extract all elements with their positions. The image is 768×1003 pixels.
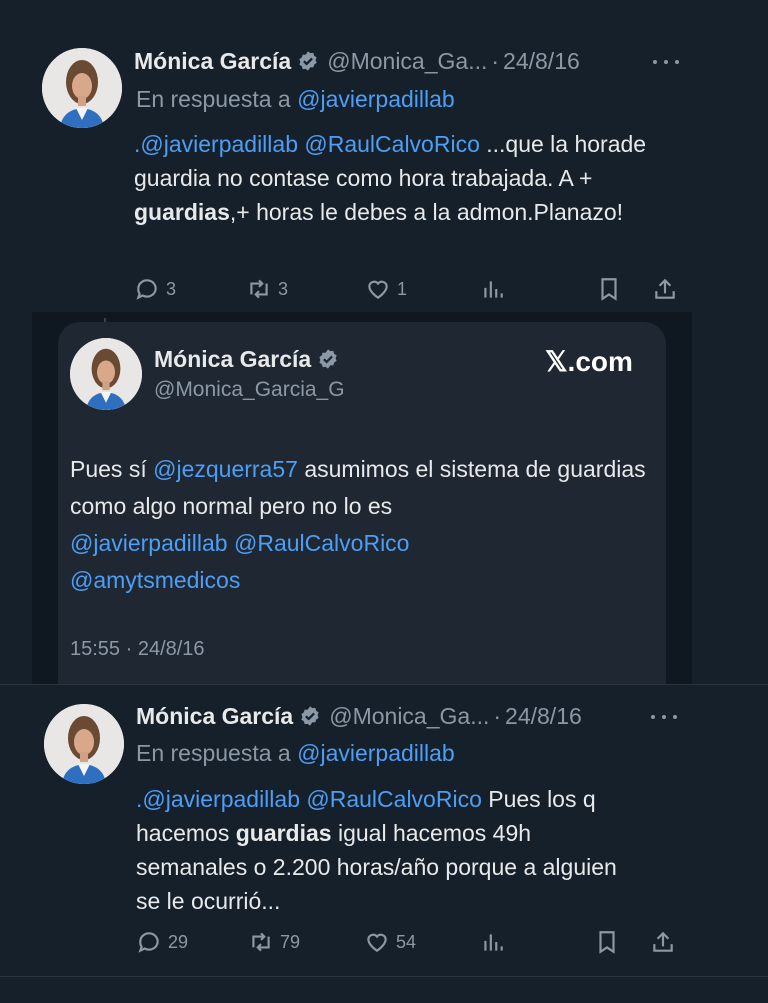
bookmark-button[interactable] [594, 929, 626, 955]
views-icon [484, 281, 503, 298]
retweet-button[interactable]: 79 [248, 929, 300, 955]
mention-link[interactable]: @jezquerra57 [153, 456, 298, 482]
author-handle[interactable]: @Monica_Ga... [327, 48, 487, 75]
action-bar: 3 3 1 [134, 276, 675, 306]
card-author-handle[interactable]: @Monica_Garcia_G [154, 378, 345, 402]
tweet-date[interactable]: 24/8/16 [505, 703, 582, 730]
tweet-text: .@javierpadillab @RaulCalvoRico ...que l… [134, 127, 674, 229]
like-icon [367, 933, 387, 952]
views-icon [484, 934, 503, 951]
share-button[interactable] [652, 276, 684, 302]
author-name[interactable]: Mónica García [134, 48, 291, 75]
like-button[interactable]: 1 [365, 276, 407, 302]
retweet-icon [250, 279, 268, 299]
mention-link[interactable]: @RaulCalvoRico [234, 530, 409, 556]
separator-dot: · [493, 702, 502, 729]
retweet-icon [252, 932, 270, 952]
mention-link[interactable]: @RaulCalvoRico [304, 131, 479, 157]
avatar[interactable] [42, 48, 122, 128]
card-timestamp[interactable]: 15:55 · 24/8/16 [70, 638, 205, 661]
card-author-name[interactable]: Mónica García [154, 346, 311, 373]
card-tweet-text: Pues sí @jezquerra57 asumimos el sistema… [70, 451, 650, 599]
more-icon[interactable] [651, 52, 681, 72]
divider [0, 684, 768, 685]
reply-count: 3 [166, 278, 177, 299]
share-icon [653, 931, 673, 952]
share-button[interactable] [650, 929, 682, 955]
retweet-button[interactable]: 3 [246, 276, 288, 302]
x-brand-logo[interactable]: 𝕏.com [545, 345, 633, 378]
separator-dot: · [491, 47, 500, 74]
author-handle[interactable]: @Monica_Ga... [329, 703, 489, 730]
views-button[interactable] [480, 929, 512, 955]
verified-icon [299, 51, 317, 71]
reply-button[interactable]: 3 [134, 276, 176, 302]
reply-prefix: En respuesta a [136, 740, 291, 766]
reply-count: 29 [168, 931, 189, 952]
reply-handle-link[interactable]: @javierpadillab [297, 740, 455, 766]
verified-icon [319, 349, 337, 369]
bookmark-icon [601, 278, 617, 301]
like-icon [368, 280, 388, 299]
highlight-text: guardias [235, 820, 332, 846]
text-segment: Pues sí [70, 456, 154, 482]
reply-handle-link[interactable]: @javierpadillab [297, 86, 455, 112]
avatar[interactable] [70, 338, 142, 410]
reply-button[interactable]: 29 [136, 929, 188, 955]
action-bar: 29 79 54 [136, 929, 676, 959]
share-icon [655, 278, 675, 299]
reply-context: En respuesta a @javierpadillab [136, 740, 455, 767]
like-button[interactable]: 54 [364, 929, 416, 955]
like-count: 1 [397, 278, 408, 299]
verified-icon [301, 706, 319, 726]
author-name[interactable]: Mónica García [136, 703, 293, 730]
mention-link[interactable]: .@javierpadillab [136, 786, 300, 812]
more-icon[interactable] [649, 707, 679, 727]
retweet-count: 79 [280, 931, 301, 952]
like-count: 54 [396, 931, 417, 952]
mention-link[interactable]: @amytsmedicos [70, 567, 240, 593]
highlight-text: guardias [134, 199, 230, 225]
tweet-date[interactable]: 24/8/16 [503, 48, 580, 75]
tweet-text: .@javierpadillab @RaulCalvoRico Pues los… [136, 782, 636, 918]
reply-context: En respuesta a @javierpadillab [136, 86, 455, 113]
mention-link[interactable]: @javierpadillab [70, 530, 228, 556]
reply-icon [136, 279, 157, 300]
retweet-count: 3 [278, 278, 289, 299]
avatar[interactable] [44, 704, 124, 784]
mention-link[interactable]: .@javierpadillab [134, 131, 298, 157]
mention-link[interactable]: @RaulCalvoRico [306, 786, 481, 812]
text-segment: ,+ horas le debes a la admon.Planazo! [229, 199, 624, 225]
bookmark-button[interactable] [596, 276, 628, 302]
bookmark-icon [599, 931, 615, 954]
divider [0, 976, 768, 977]
reply-prefix: En respuesta a [136, 86, 291, 112]
reply-icon [138, 932, 159, 953]
views-button[interactable] [480, 276, 512, 302]
